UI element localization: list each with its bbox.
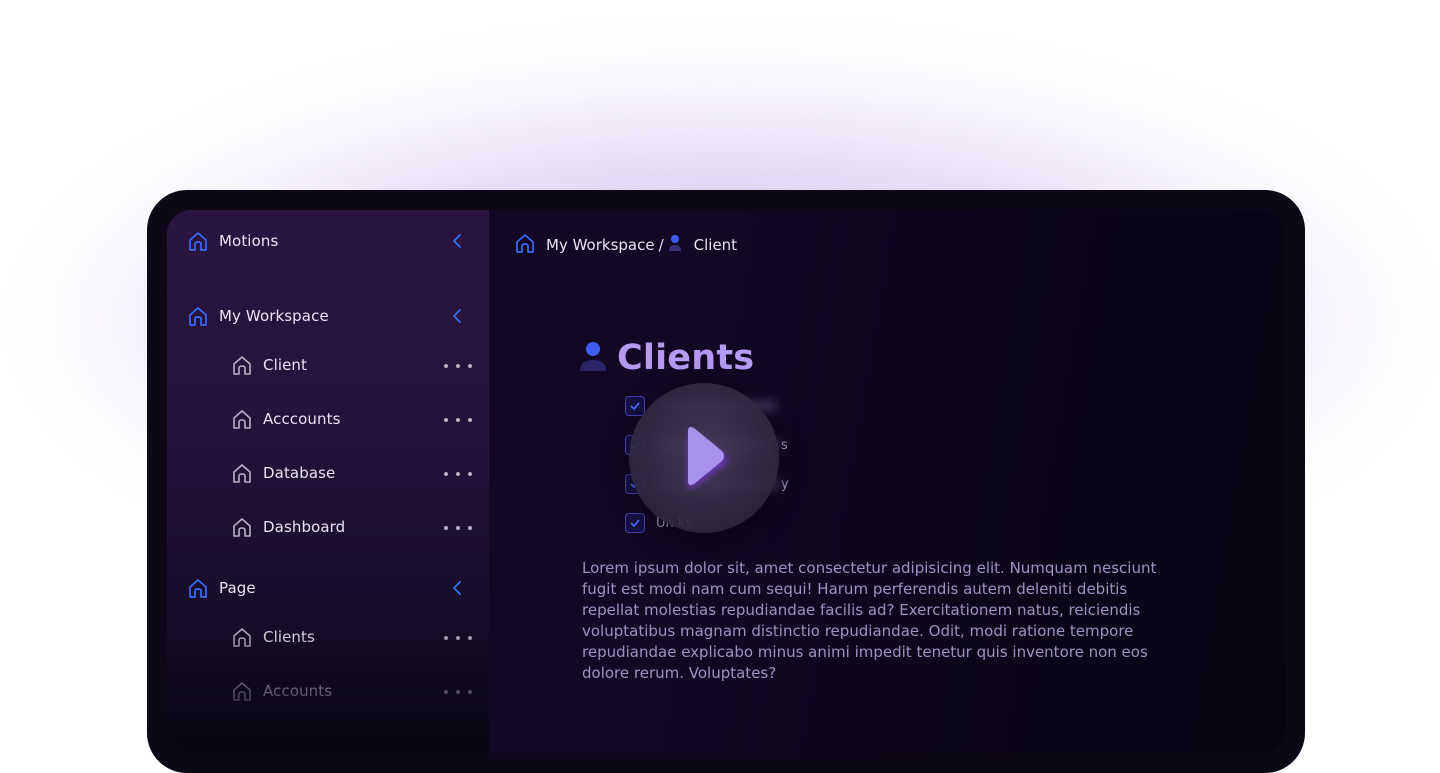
sidebar-item-label: Dashboard	[263, 518, 346, 536]
description-paragraph: Lorem ipsum dolor sit, amet consectetur …	[582, 559, 1157, 682]
house-icon[interactable]	[514, 232, 536, 258]
house-icon	[231, 626, 253, 648]
checkbox-icon[interactable]	[625, 513, 645, 533]
sidebar-item-clients[interactable]: Clients	[231, 626, 315, 648]
checklist-label: y	[781, 476, 789, 492]
sidebar-item-label: Page	[219, 579, 256, 597]
chevron-left-icon[interactable]	[451, 308, 463, 328]
house-icon	[231, 680, 253, 702]
play-icon	[674, 421, 734, 495]
house-icon	[187, 577, 209, 599]
house-icon	[187, 305, 209, 327]
checklist-label: s	[781, 437, 788, 453]
breadcrumb: My Workspace / Client	[514, 232, 737, 258]
house-icon	[231, 354, 253, 376]
sidebar-item-accounts-page[interactable]: Accounts	[231, 680, 332, 702]
sidebar-item-label: Database	[263, 464, 336, 482]
sidebar-item-database[interactable]: Database	[231, 462, 335, 484]
breadcrumb-workspace[interactable]: My Workspace	[546, 236, 655, 254]
more-dots-icon[interactable]	[444, 526, 472, 530]
user-icon	[579, 340, 607, 376]
breadcrumb-current: Client	[693, 236, 738, 254]
more-dots-icon[interactable]	[444, 690, 472, 694]
sidebar-item-label: My Workspace	[219, 307, 329, 325]
more-dots-icon[interactable]	[444, 472, 472, 476]
breadcrumb-separator: /	[658, 236, 664, 254]
chevron-left-icon[interactable]	[451, 233, 463, 253]
sidebar-item-accounts[interactable]: Acccounts	[231, 408, 341, 430]
sidebar-item-label: Clients	[263, 628, 315, 646]
sidebar-item-label: Accounts	[263, 682, 333, 700]
sidebar-item-dashboard[interactable]: Dashboard	[231, 516, 345, 538]
app-screen: Motions My Workspace Client Acccounts Da…	[167, 210, 1285, 753]
sidebar-item-motions[interactable]: Motions	[187, 230, 278, 252]
sidebar: Motions My Workspace Client Acccounts Da…	[167, 210, 489, 753]
checkbox-icon[interactable]	[625, 396, 645, 416]
sidebar-item-label: Client	[263, 356, 308, 374]
house-icon	[231, 516, 253, 538]
page-title: Clients	[617, 338, 755, 378]
house-icon	[231, 462, 253, 484]
sidebar-item-label: Acccounts	[263, 410, 341, 428]
sidebar-item-my-workspace[interactable]: My Workspace	[187, 305, 329, 327]
page-title-block: Clients	[579, 338, 754, 378]
device-frame: Motions My Workspace Client Acccounts Da…	[147, 190, 1305, 773]
more-dots-icon[interactable]	[444, 418, 472, 422]
user-icon	[668, 234, 682, 256]
house-icon	[231, 408, 253, 430]
house-icon	[187, 230, 209, 252]
chevron-left-icon[interactable]	[451, 580, 463, 600]
sidebar-item-client[interactable]: Client	[231, 354, 307, 376]
more-dots-icon[interactable]	[444, 636, 472, 640]
sidebar-item-page[interactable]: Page	[187, 577, 256, 599]
more-dots-icon[interactable]	[444, 364, 472, 368]
sidebar-item-label: Motions	[219, 232, 279, 250]
play-button[interactable]	[629, 383, 779, 533]
